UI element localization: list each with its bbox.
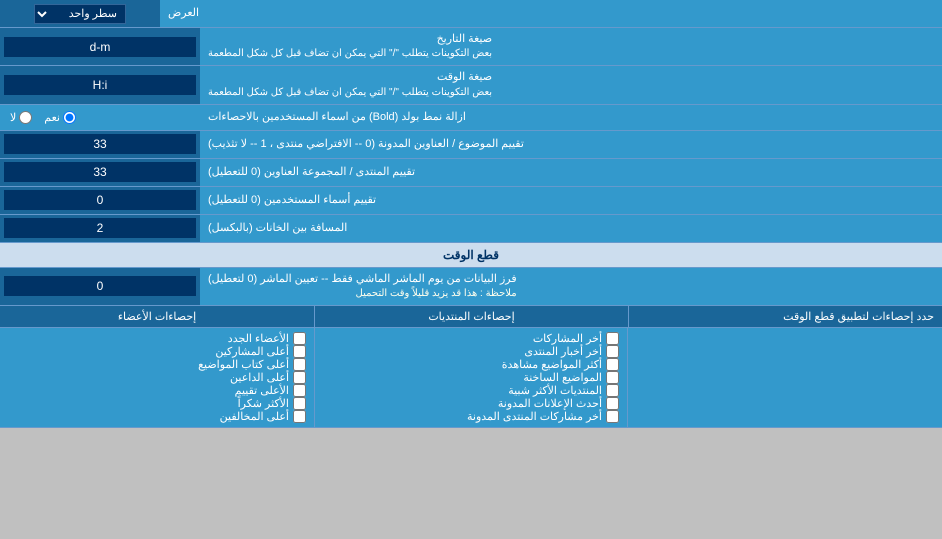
checkbox-last-posts[interactable]: [606, 332, 619, 345]
checkbox-most-similar[interactable]: [606, 384, 619, 397]
checkbox-item-top-violators[interactable]: أعلى المخالفين: [8, 410, 306, 423]
row-date-format: صيغة التاريخ بعض التكوينات يتطلب "/" الت…: [0, 28, 942, 66]
input-cell-date-format[interactable]: [0, 28, 200, 65]
checkbox-top-topic-authors[interactable]: [293, 358, 306, 371]
radio-yes[interactable]: [63, 111, 76, 124]
checkbox-top-posters[interactable]: [293, 345, 306, 358]
stats-col-forums: أخر المشاركات أخر أخبار المنتدى أكثر الم…: [314, 328, 628, 427]
label-bold: ازالة نمط بولد (Bold) من اسماء المستخدمي…: [200, 105, 942, 130]
label-most-viewed: أكثر المواضيع مشاهدة: [502, 358, 602, 371]
stats-header-members: إحصاءات الأعضاء: [0, 306, 314, 327]
checkbox-item-most-similar[interactable]: المنتديات الأكثر شبية: [323, 384, 619, 397]
stats-grid-header: حدد إحصاءات لتطبيق قطع الوقت إحصاءات الم…: [0, 306, 942, 328]
checkbox-item-top-inviters[interactable]: أعلى الداعين: [8, 371, 306, 384]
row-usernames: تقييم أسماء المستخدمين (0 للتعطيل): [0, 187, 942, 215]
checkbox-latest-announcements[interactable]: [606, 397, 619, 410]
label-latest-announcements: أحدث الإعلانات المدونة: [498, 397, 602, 410]
label-top-rated: الأعلى تقييم: [235, 384, 289, 397]
checkbox-item-most-viewed[interactable]: أكثر المواضيع مشاهدة: [323, 358, 619, 371]
section-header-cutoff: قطع الوقت: [0, 243, 942, 268]
checkbox-item-hot-topics[interactable]: المواضيع الساخنة: [323, 371, 619, 384]
select-wrapper-display[interactable]: سطر واحد متعدد الأسطر: [0, 0, 160, 27]
input-cell-cutoff-days[interactable]: [0, 268, 200, 305]
label-new-members: الأعضاء الجدد: [228, 332, 289, 345]
checkbox-forum-news[interactable]: [606, 345, 619, 358]
checkbox-item-most-thanked[interactable]: الأكثر شكراً: [8, 397, 306, 410]
checkbox-item-new-members[interactable]: الأعضاء الجدد: [8, 332, 306, 345]
checkbox-item-top-posters[interactable]: أعلى المشاركين: [8, 345, 306, 358]
label-top-topic-authors: أعلى كتاب المواضيع: [198, 358, 289, 371]
stats-header-cutoff-label: حدد إحصاءات لتطبيق قطع الوقت: [628, 306, 942, 327]
input-forum-group[interactable]: [4, 162, 196, 182]
checkbox-item-top-topic-authors[interactable]: أعلى كتاب المواضيع: [8, 358, 306, 371]
stats-col-empty: [628, 328, 942, 427]
checkbox-hot-topics[interactable]: [606, 371, 619, 384]
input-time-format[interactable]: [4, 75, 196, 95]
label-display: العرض: [160, 0, 942, 27]
input-cell-usernames[interactable]: [0, 187, 200, 214]
stats-header-forums: إحصاءات المنتديات: [314, 306, 628, 327]
checkbox-new-members[interactable]: [293, 332, 306, 345]
row-cutoff-days: فرز البيانات من يوم الماشر الماشي فقط --…: [0, 268, 942, 306]
input-date-format[interactable]: [4, 37, 196, 57]
checkbox-top-rated[interactable]: [293, 384, 306, 397]
radio-cell-bold: نعم لا: [0, 105, 200, 130]
checkbox-most-thanked[interactable]: [293, 397, 306, 410]
input-spacing[interactable]: [4, 218, 196, 238]
checkbox-most-viewed[interactable]: [606, 358, 619, 371]
checkbox-item-latest-announcements[interactable]: أحدث الإعلانات المدونة: [323, 397, 619, 410]
label-topic-sort: تقييم الموضوع / العناوين المدونة (0 -- ا…: [200, 131, 942, 158]
input-cell-topic-sort[interactable]: [0, 131, 200, 158]
row-forum-group: تقييم المنتدى / المجموعة العناوين (0 للت…: [0, 159, 942, 187]
stats-checkboxes-grid: أخر المشاركات أخر أخبار المنتدى أكثر الم…: [0, 328, 942, 427]
label-forum-news: أخر أخبار المنتدى: [524, 345, 602, 358]
row-bold: ازالة نمط بولد (Bold) من اسماء المستخدمي…: [0, 105, 942, 131]
row-display: العرض سطر واحد متعدد الأسطر: [0, 0, 942, 28]
checkbox-forum-posts[interactable]: [606, 410, 619, 423]
label-usernames: تقييم أسماء المستخدمين (0 للتعطيل): [200, 187, 942, 214]
stats-section: حدد إحصاءات لتطبيق قطع الوقت إحصاءات الم…: [0, 306, 942, 428]
row-time-format: صيغة الوقت بعض التكوينات يتطلب "/" التي …: [0, 66, 942, 104]
label-top-inviters: أعلى الداعين: [230, 371, 289, 384]
radio-label-yes[interactable]: نعم: [44, 111, 76, 124]
label-time-format: صيغة الوقت بعض التكوينات يتطلب "/" التي …: [200, 66, 942, 103]
label-forum-posts: أخر مشاركات المنتدى المدونة: [467, 410, 602, 423]
checkbox-item-last-posts[interactable]: أخر المشاركات: [323, 332, 619, 345]
label-top-violators: أعلى المخالفين: [220, 410, 289, 423]
checkbox-top-violators[interactable]: [293, 410, 306, 423]
label-spacing: المسافة بين الخانات (بالبكسل): [200, 215, 942, 242]
label-cutoff-days: فرز البيانات من يوم الماشر الماشي فقط --…: [200, 268, 942, 305]
row-spacing: المسافة بين الخانات (بالبكسل): [0, 215, 942, 243]
label-top-posters: أعلى المشاركين: [215, 345, 289, 358]
radio-no[interactable]: [19, 111, 32, 124]
input-cutoff-days[interactable]: [4, 276, 196, 296]
input-topic-sort[interactable]: [4, 134, 196, 154]
label-most-thanked: الأكثر شكراً: [238, 397, 289, 410]
input-cell-time-format[interactable]: [0, 66, 200, 103]
radio-label-no[interactable]: لا: [10, 111, 32, 124]
row-topic-sort: تقييم الموضوع / العناوين المدونة (0 -- ا…: [0, 131, 942, 159]
label-hot-topics: المواضيع الساخنة: [523, 371, 602, 384]
checkbox-item-top-rated[interactable]: الأعلى تقييم: [8, 384, 306, 397]
label-last-posts: أخر المشاركات: [533, 332, 602, 345]
input-cell-spacing[interactable]: [0, 215, 200, 242]
checkbox-item-forum-news[interactable]: أخر أخبار المنتدى: [323, 345, 619, 358]
label-date-format: صيغة التاريخ بعض التكوينات يتطلب "/" الت…: [200, 28, 942, 65]
input-cell-forum-group[interactable]: [0, 159, 200, 186]
stats-col-members: الأعضاء الجدد أعلى المشاركين أعلى كتاب ا…: [0, 328, 314, 427]
input-usernames[interactable]: [4, 190, 196, 210]
select-display[interactable]: سطر واحد متعدد الأسطر: [34, 4, 126, 24]
checkbox-item-forum-posts[interactable]: أخر مشاركات المنتدى المدونة: [323, 410, 619, 423]
label-most-similar: المنتديات الأكثر شبية: [508, 384, 602, 397]
checkbox-top-inviters[interactable]: [293, 371, 306, 384]
label-forum-group: تقييم المنتدى / المجموعة العناوين (0 للت…: [200, 159, 942, 186]
